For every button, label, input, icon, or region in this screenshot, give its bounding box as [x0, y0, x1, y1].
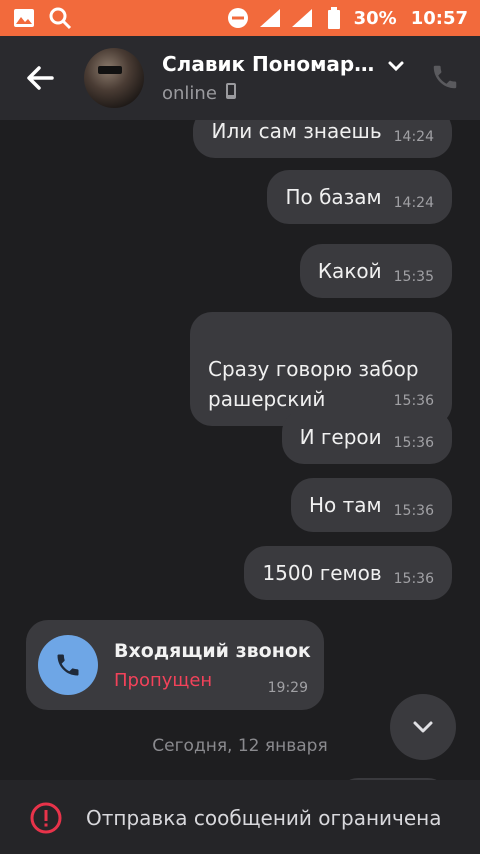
contact-name[interactable]: Славик Пономар…	[162, 52, 374, 76]
restriction-bar: Отправка сообщений ограничена	[0, 780, 480, 854]
mobile-device-icon	[225, 82, 237, 105]
message-text: По базам	[285, 185, 382, 209]
message-text: Или сам знаешь	[211, 120, 382, 143]
status-bar: 30% 10:57	[0, 0, 480, 36]
chat-header: Славик Пономар… online	[0, 36, 480, 120]
battery-icon	[322, 6, 346, 30]
status-text: online	[162, 83, 217, 104]
signal-icon	[258, 6, 282, 30]
warning-icon	[30, 802, 62, 834]
phone-icon	[38, 635, 98, 695]
restriction-text: Отправка сообщений ограничена	[86, 806, 442, 830]
search-icon	[48, 6, 72, 30]
dnd-icon	[226, 6, 250, 30]
message-bubble[interactable]: Но там 15:36	[291, 478, 452, 532]
avatar[interactable]	[84, 48, 144, 108]
message-time: 15:35	[393, 269, 434, 285]
message-text: Какой	[317, 259, 382, 283]
message-text: И герои	[299, 425, 382, 449]
message-text: Но там	[309, 493, 382, 517]
missed-call-card[interactable]: Входящий звонок Пропущен 19:29	[26, 620, 324, 710]
contact-status: online	[162, 82, 237, 105]
call-title: Входящий звонок	[114, 640, 311, 662]
message-time: 15:36	[393, 571, 434, 587]
back-arrow-icon[interactable]	[22, 60, 58, 96]
message-bubble[interactable]: Какой 15:35	[299, 244, 452, 298]
clock: 10:57	[410, 7, 468, 29]
call-time: 19:29	[267, 680, 308, 696]
message-bubble[interactable]: 1500 гемов 15:36	[244, 546, 452, 600]
message-time: 15:36	[393, 503, 434, 519]
signal-icon	[290, 6, 314, 30]
message-time: 14:24	[393, 195, 434, 211]
message-bubble[interactable]: Или сам знаешь 14:24	[193, 120, 452, 158]
battery-percent: 30%	[353, 7, 397, 29]
message-text: 1500 гемов	[262, 561, 382, 585]
message-text: Сразу говорю забор рашерский	[208, 357, 419, 411]
message-bubble[interactable]: И герои 15:36	[281, 410, 452, 464]
phone-icon[interactable]	[430, 62, 460, 92]
scroll-down-button[interactable]	[390, 694, 456, 760]
gallery-icon	[12, 6, 36, 30]
chevron-down-icon[interactable]	[386, 56, 406, 76]
message-bubble[interactable]: Сразу говорю забор рашерский 15:36	[190, 312, 452, 426]
message-list[interactable]: Или сам знаешь 14:24 По базам 14:24 Какой 1…	[0, 120, 480, 780]
message-time: 14:24	[393, 129, 434, 145]
message-bubble[interactable]: По базам 14:24	[267, 170, 452, 224]
call-status: Пропущен	[114, 670, 213, 691]
chevron-down-icon	[413, 721, 433, 733]
message-time: 15:36	[393, 435, 434, 451]
